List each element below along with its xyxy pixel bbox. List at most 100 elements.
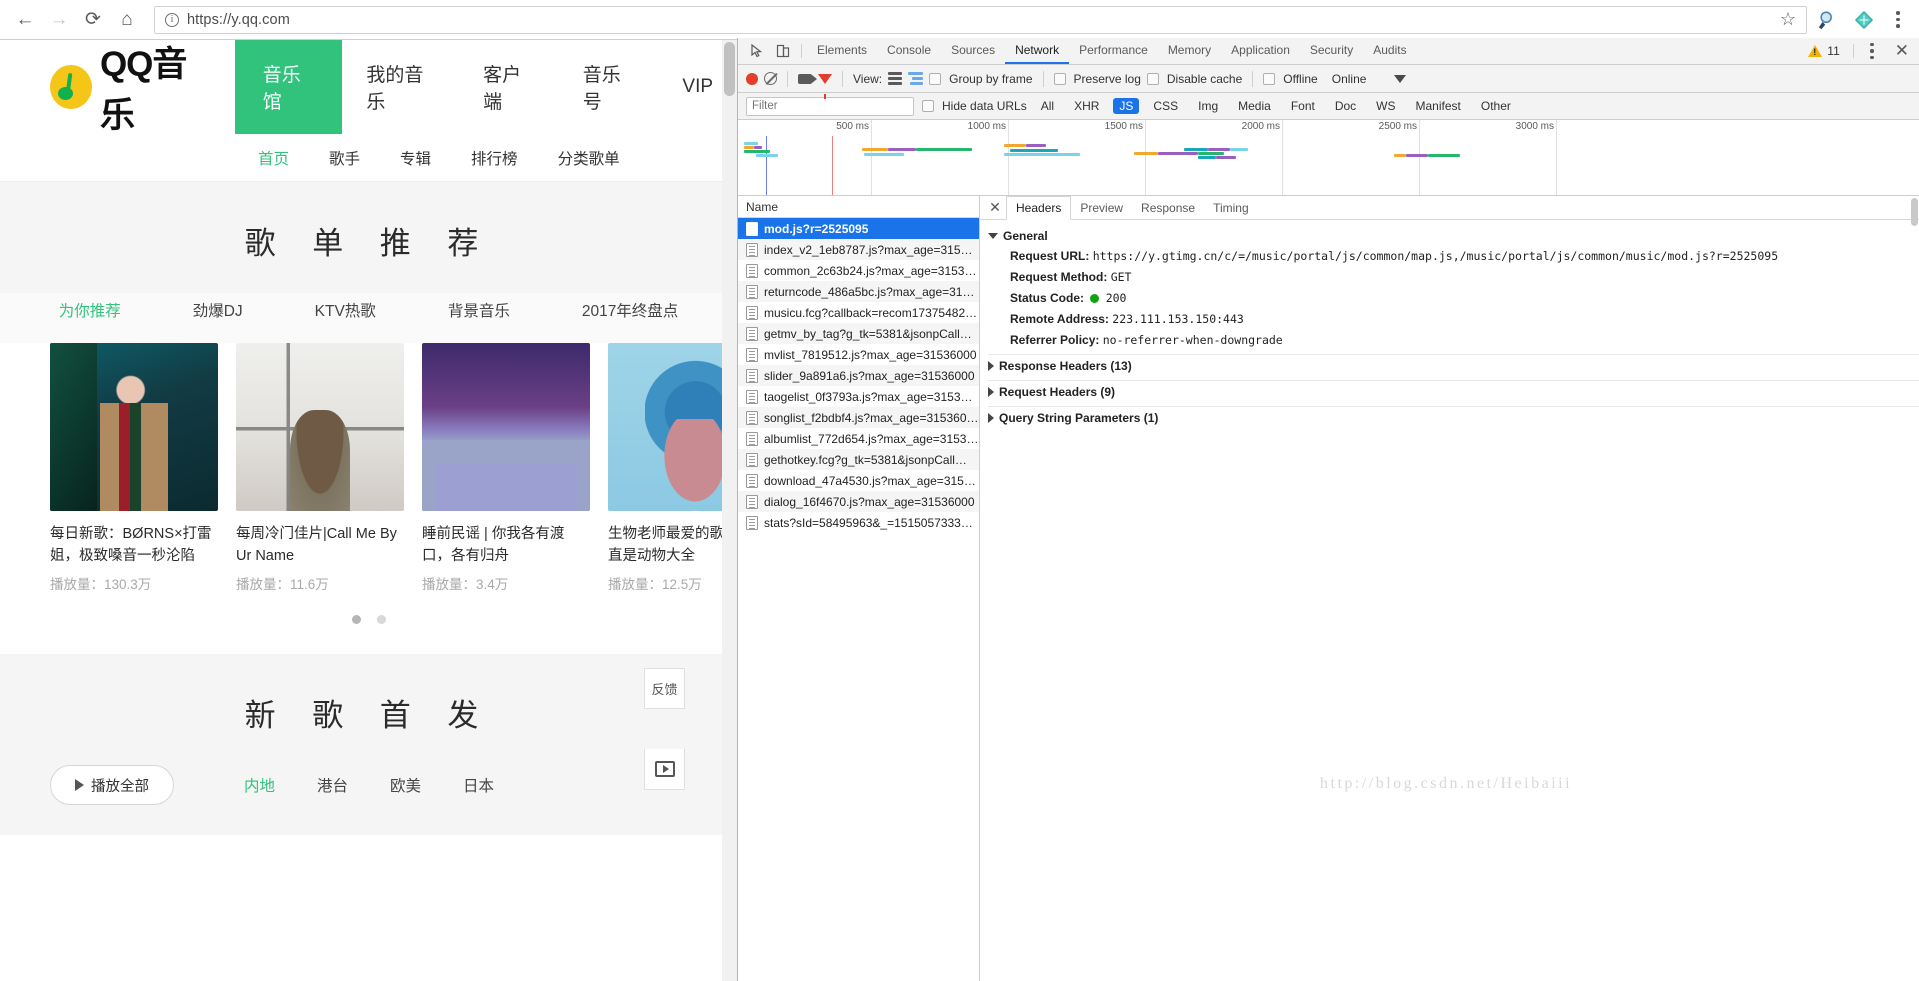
filter-type-img[interactable]: Img: [1192, 98, 1224, 114]
table-row[interactable]: albumlist_772d654.js?max_age=3153…: [738, 428, 979, 449]
table-row[interactable]: mvlist_7819512.js?max_age=31536000: [738, 344, 979, 365]
waterfall-view-icon[interactable]: [908, 72, 924, 85]
tab-security[interactable]: Security: [1300, 38, 1363, 64]
home-icon[interactable]: ⌂: [110, 3, 144, 37]
subnav-item-singers[interactable]: 歌手: [329, 147, 360, 169]
carousel-dot[interactable]: [351, 615, 361, 624]
tab-elements[interactable]: Elements: [807, 38, 877, 64]
tab-memory[interactable]: Memory: [1158, 38, 1221, 64]
device-toolbar-icon[interactable]: [770, 38, 796, 64]
star-icon[interactable]: ☆: [1780, 9, 1796, 30]
table-row[interactable]: returncode_486a5bc.js?max_age=315…: [738, 281, 979, 302]
back-arrow-icon[interactable]: ←: [8, 3, 42, 37]
filter-funnel-icon[interactable]: [818, 73, 832, 99]
offline-checkbox[interactable]: [1263, 72, 1276, 85]
diamond-extension-icon[interactable]: [1853, 9, 1875, 31]
table-row[interactable]: slider_9a891a6.js?max_age=31536000: [738, 365, 979, 386]
subnav-item-categories[interactable]: 分类歌单: [558, 147, 620, 169]
filter-type-font[interactable]: Font: [1285, 98, 1321, 114]
table-row[interactable]: index_v2_1eb8787.js?max_age=3153…: [738, 239, 979, 260]
forward-arrow-icon[interactable]: →: [42, 3, 76, 37]
query-string-parameters-group[interactable]: Query String Parameters (1): [988, 406, 1919, 429]
tab-audits[interactable]: Audits: [1363, 38, 1416, 64]
table-row[interactable]: stats?sId=58495963&_=1515057333…: [738, 512, 979, 533]
play-all-button[interactable]: 播放全部: [50, 765, 174, 805]
magnifier-extension-icon[interactable]: [1817, 9, 1839, 31]
filter-type-doc[interactable]: Doc: [1329, 98, 1362, 114]
reload-icon[interactable]: ⟳: [76, 3, 110, 37]
tab-sources[interactable]: Sources: [941, 38, 1005, 64]
devtools-scrollbar-thumb[interactable]: [1911, 198, 1918, 226]
playlist-card[interactable]: 每周冷门佳片|Call Me By Ur Name 播放量：11.6万: [236, 343, 404, 593]
tab-application[interactable]: Application: [1221, 38, 1300, 64]
disable-cache-checkbox[interactable]: [1146, 72, 1159, 85]
table-row[interactable]: gethotkey.fcg?g_tk=5381&jsonpCall…: [738, 449, 979, 470]
table-row[interactable]: download_47a4530.js?max_age=315…: [738, 470, 979, 491]
playlist-card[interactable]: 睡前民谣 | 你我各有渡口，各有归舟 播放量：3.4万: [422, 343, 590, 593]
carousel-dot[interactable]: [376, 615, 386, 624]
throttling-value[interactable]: Online: [1332, 72, 1367, 86]
table-row[interactable]: getmv_by_tag?g_tk=5381&jsonpCall…: [738, 323, 979, 344]
detail-tab-preview[interactable]: Preview: [1071, 196, 1132, 219]
warning-badge[interactable]: 11: [1800, 38, 1847, 64]
subnav-item-charts[interactable]: 排行榜: [471, 147, 518, 169]
camera-icon[interactable]: [798, 73, 817, 84]
close-icon[interactable]: ✕: [984, 196, 1006, 219]
tab-for-you[interactable]: 为你推荐: [23, 299, 157, 321]
table-row[interactable]: songlist_f2bdbf4.js?max_age=315360…: [738, 407, 979, 428]
preserve-log-checkbox[interactable]: [1053, 72, 1066, 85]
video-toggle-button[interactable]: [644, 749, 685, 790]
devtools-scrollbar[interactable]: [1910, 196, 1919, 981]
tab-dj[interactable]: 劲爆DJ: [157, 299, 279, 321]
list-view-icon[interactable]: [888, 72, 903, 85]
chevron-down-icon[interactable]: [1394, 74, 1407, 83]
site-info-icon[interactable]: i: [165, 12, 179, 27]
network-overview-timeline[interactable]: 500 ms 1000 ms 1500 ms 2000 ms 2500 ms 3…: [738, 120, 1919, 196]
tab-performance[interactable]: Performance: [1069, 38, 1158, 64]
response-headers-group[interactable]: Response Headers (13): [988, 354, 1919, 377]
devtools-menu-icon[interactable]: [1859, 38, 1885, 64]
inspect-element-icon[interactable]: [744, 38, 770, 64]
table-row[interactable]: common_2c63b24.js?max_age=3153…: [738, 260, 979, 281]
subnav-item-albums[interactable]: 专辑: [400, 147, 431, 169]
request-headers-group[interactable]: Request Headers (9): [988, 380, 1919, 403]
filter-type-ws[interactable]: WS: [1370, 98, 1401, 114]
tab-network[interactable]: Network: [1005, 38, 1070, 64]
close-icon[interactable]: ✕: [1885, 38, 1919, 64]
table-row[interactable]: musicu.fcg?callback=recom17375482…: [738, 302, 979, 323]
table-row[interactable]: mod.js?r=2525095: [738, 218, 979, 239]
page-scrollbar-thumb[interactable]: [724, 42, 735, 96]
filter-type-other[interactable]: Other: [1475, 98, 1517, 114]
filter-input[interactable]: [746, 96, 914, 116]
general-group-header[interactable]: General: [988, 226, 1919, 246]
qq-logo[interactable]: QQ音乐: [0, 40, 235, 135]
nav-item-music-hall[interactable]: 音乐馆: [234, 40, 343, 134]
subnav-item-home[interactable]: 首页: [258, 147, 289, 169]
filter-type-manifest[interactable]: Manifest: [1410, 98, 1467, 114]
tab-bgm[interactable]: 背景音乐: [412, 299, 546, 321]
genre-hk-tw[interactable]: 港台: [317, 774, 348, 796]
hide-data-urls-checkbox[interactable]: [922, 100, 934, 112]
detail-tab-response[interactable]: Response: [1132, 196, 1204, 219]
address-bar[interactable]: i https://y.qq.com ☆: [154, 5, 1807, 34]
tab-ktv[interactable]: KTV热歌: [279, 299, 412, 321]
genre-mainland[interactable]: 内地: [244, 774, 275, 796]
browser-menu-icon[interactable]: [1889, 11, 1907, 28]
table-row[interactable]: taogelist_0f3793a.js?max_age=31536…: [738, 386, 979, 407]
clear-icon[interactable]: [764, 72, 777, 85]
detail-tab-headers[interactable]: Headers: [1006, 196, 1072, 220]
filter-type-css[interactable]: CSS: [1147, 98, 1184, 114]
nav-item-music-id[interactable]: 音乐号: [559, 40, 659, 134]
table-row[interactable]: dialog_16f4670.js?max_age=31536000: [738, 491, 979, 512]
nav-item-client[interactable]: 客户端: [459, 40, 559, 134]
filter-type-media[interactable]: Media: [1232, 98, 1277, 114]
group-by-frame-checkbox[interactable]: [929, 72, 942, 85]
playlist-card[interactable]: 生物老师最爱的歌单，简直是动物大全 播放量：12.5万: [608, 343, 737, 593]
filter-type-xhr[interactable]: XHR: [1068, 98, 1105, 114]
page-scrollbar[interactable]: [722, 40, 737, 981]
playlist-card[interactable]: 每日新歌：BØRNS×打雷姐，极致嗓音一秒沦陷 播放量：130.3万: [50, 343, 218, 593]
feedback-button[interactable]: 反馈: [644, 668, 685, 709]
genre-western[interactable]: 欧美: [390, 774, 421, 796]
filter-type-js[interactable]: JS: [1113, 98, 1140, 114]
tab-2017-review[interactable]: 2017年终盘点: [546, 299, 714, 321]
